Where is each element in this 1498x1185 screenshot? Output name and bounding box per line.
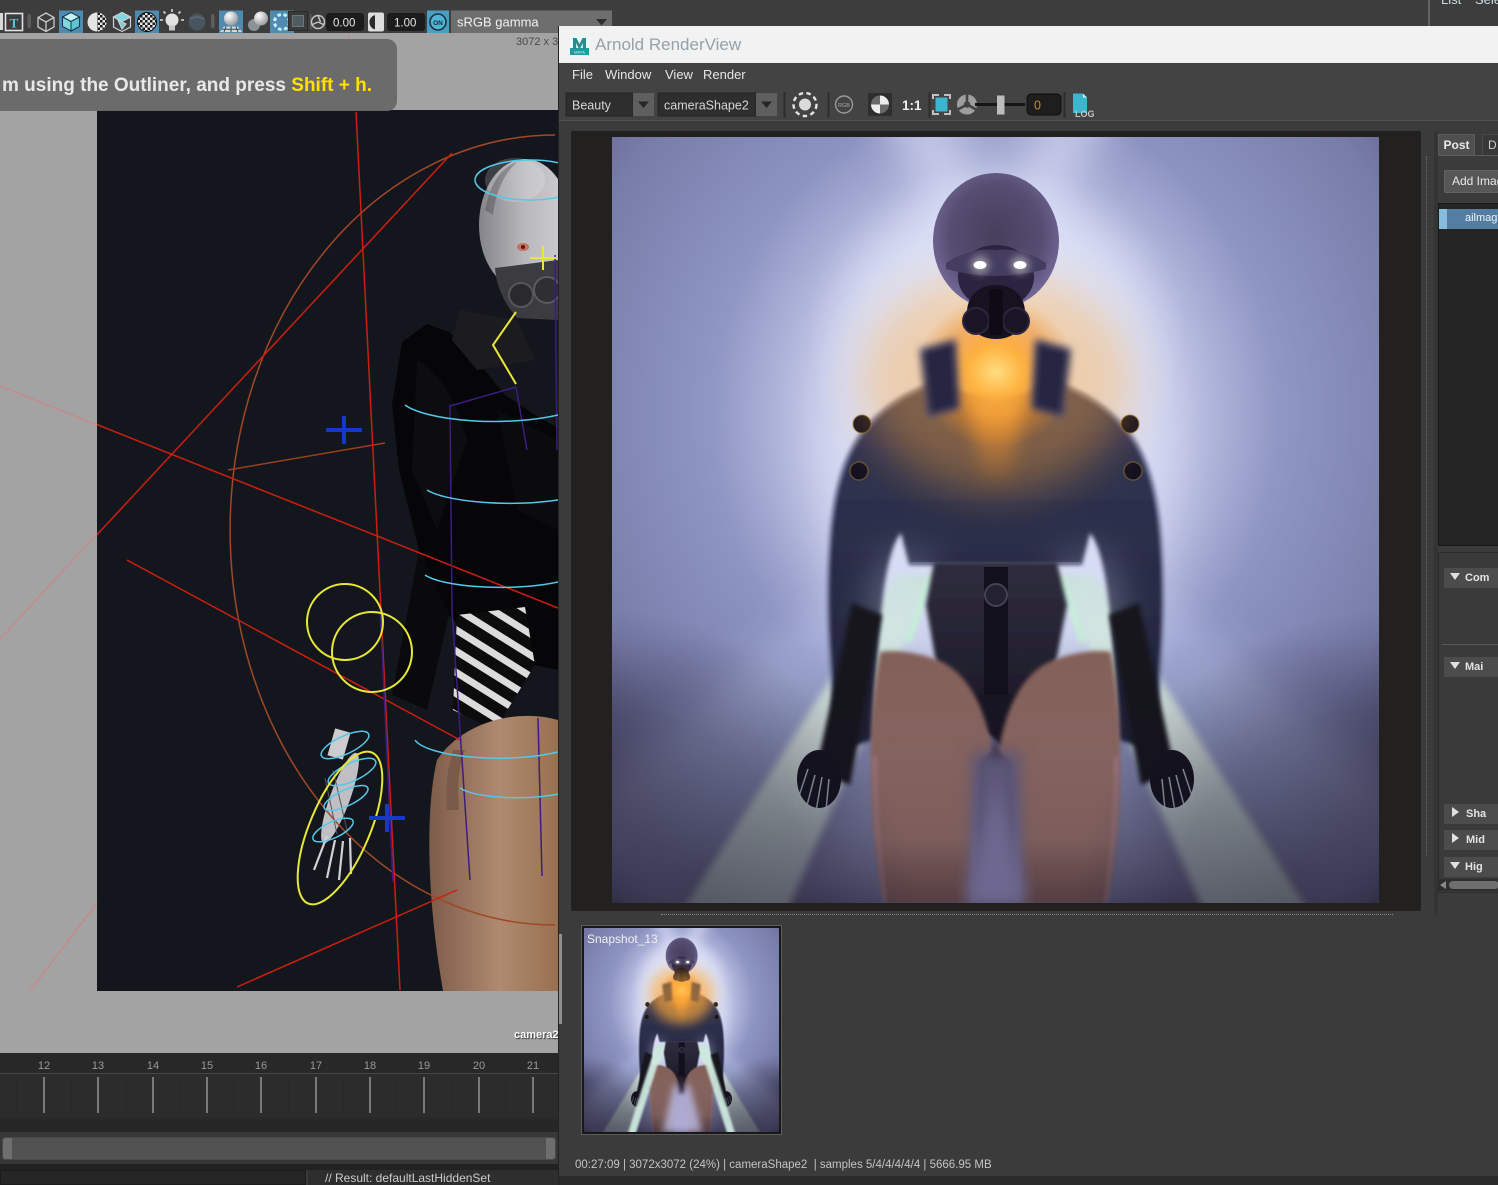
svg-text:sRGB gamma: sRGB gamma bbox=[457, 15, 539, 30]
svg-text:1:1: 1:1 bbox=[902, 98, 922, 113]
svg-text:14: 14 bbox=[147, 1060, 159, 1072]
svg-text:20: 20 bbox=[473, 1060, 485, 1072]
svg-text:0.00: 0.00 bbox=[333, 18, 355, 30]
svg-text:15: 15 bbox=[201, 1060, 213, 1072]
svg-text:0: 0 bbox=[1034, 99, 1041, 113]
svg-text:12: 12 bbox=[38, 1060, 50, 1072]
svg-text:16: 16 bbox=[255, 1060, 267, 1072]
svg-text:LOG: LOG bbox=[1075, 109, 1095, 119]
svg-text:17: 17 bbox=[310, 1060, 322, 1072]
svg-text:ON: ON bbox=[433, 20, 443, 27]
svg-text:21: 21 bbox=[527, 1060, 539, 1072]
svg-text:18: 18 bbox=[364, 1060, 376, 1072]
svg-text:1.00: 1.00 bbox=[394, 18, 416, 30]
svg-text:MAYA: MAYA bbox=[574, 50, 585, 55]
svg-text:cameraShape2: cameraShape2 bbox=[664, 99, 749, 113]
svg-text:T: T bbox=[10, 16, 19, 31]
svg-text:19: 19 bbox=[418, 1060, 430, 1072]
svg-text:13: 13 bbox=[92, 1060, 104, 1072]
svg-text:RGB: RGB bbox=[838, 103, 850, 109]
svg-text:Beauty: Beauty bbox=[572, 99, 612, 113]
